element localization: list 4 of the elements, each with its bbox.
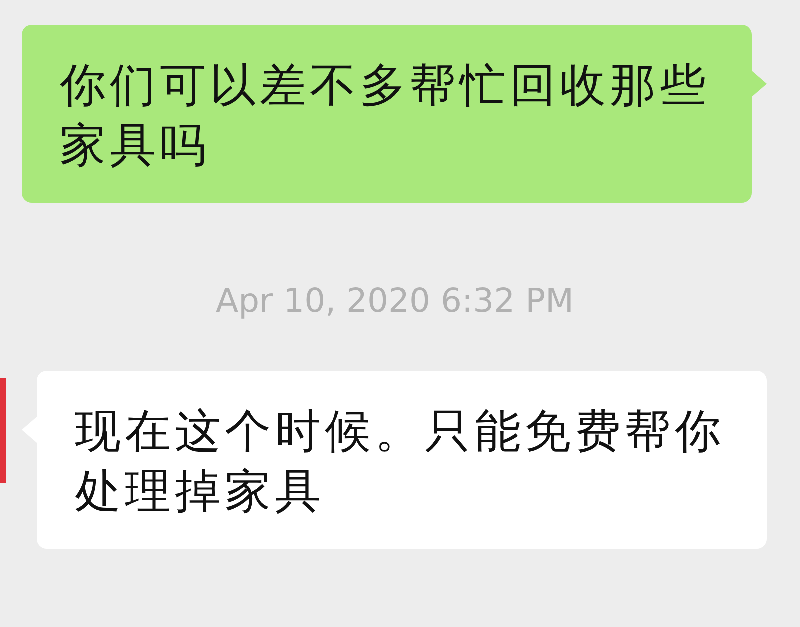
bubble-tail-icon [752,71,767,97]
sent-message-bubble: 你们可以差不多帮忙回收那些家具吗 [22,25,752,203]
received-message-bubble: 现在这个时候。只能免费帮你处理掉家具 [37,371,767,549]
message-timestamp: Apr 10, 2020 6:32 PM [216,281,575,321]
